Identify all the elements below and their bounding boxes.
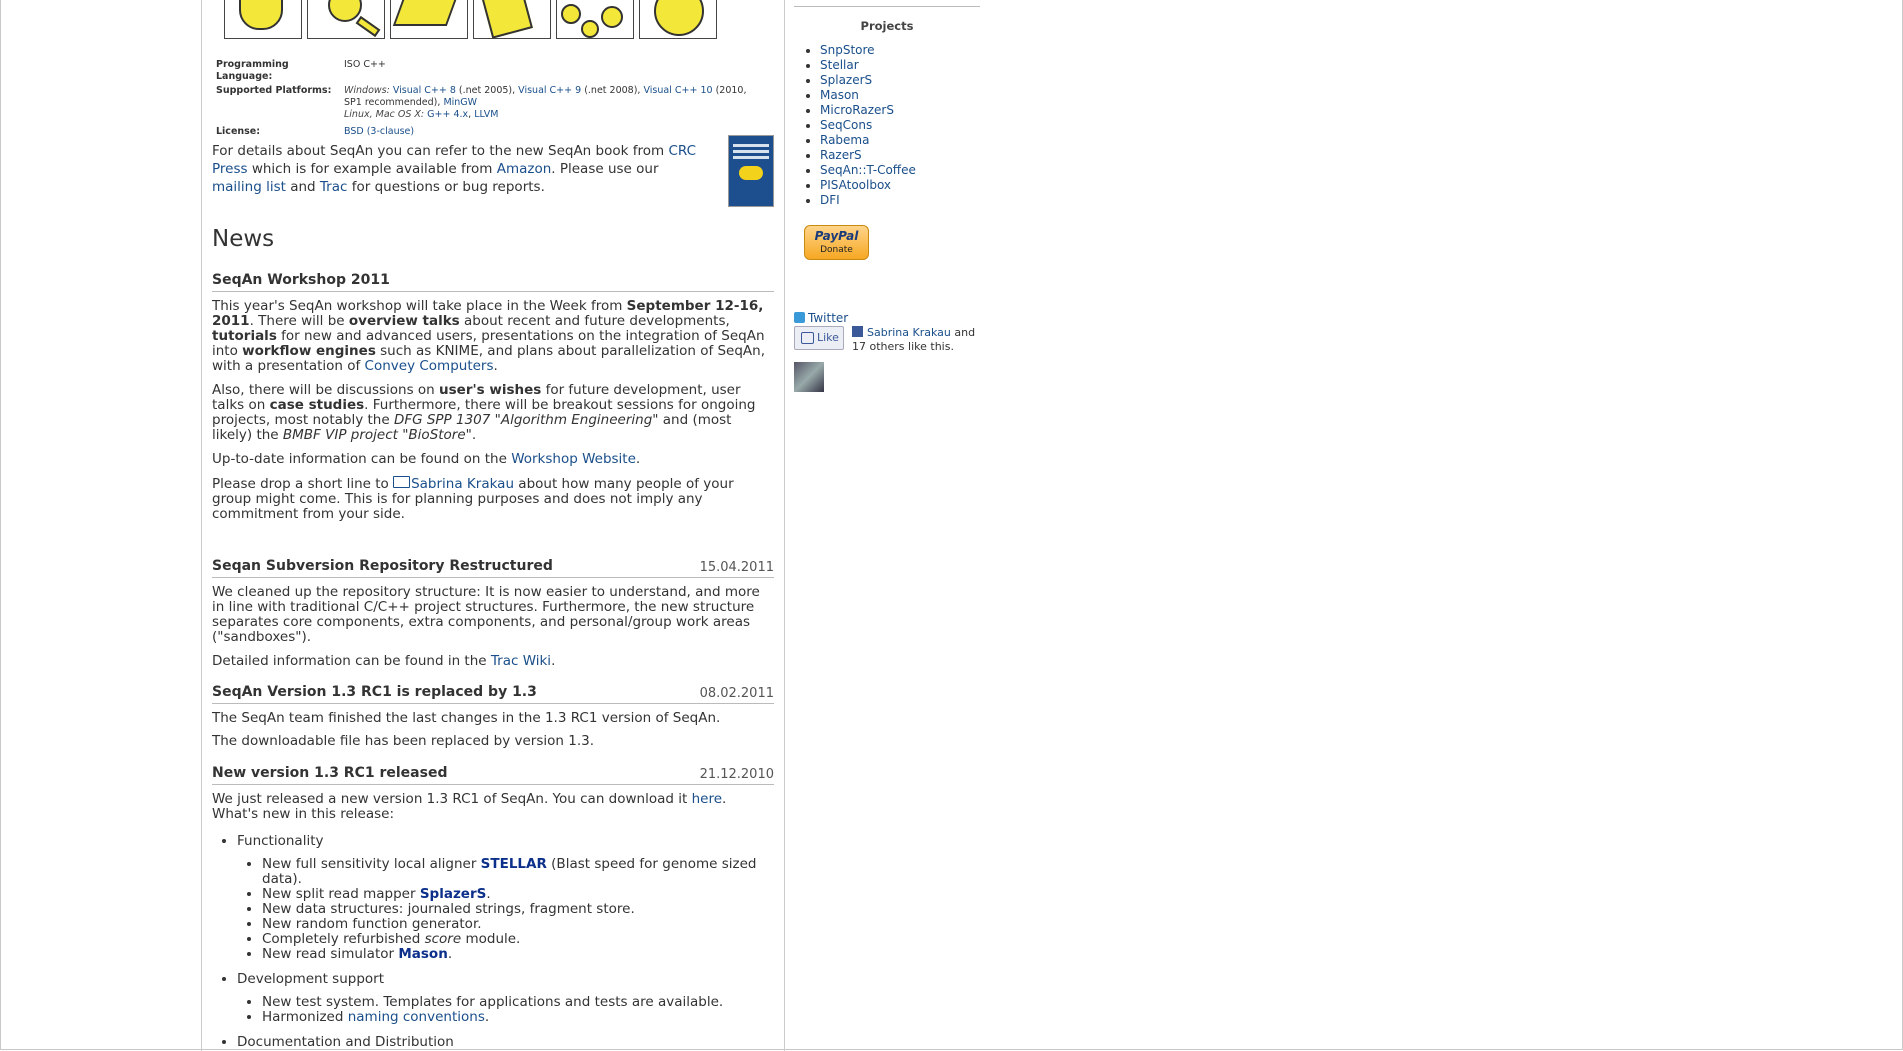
project-item[interactable]: RazerS [820, 148, 916, 163]
twitter-link[interactable]: Twitter [794, 311, 848, 325]
list-item: New data structures: journaled strings, … [262, 902, 774, 917]
workshop-paragraph-1: This year's SeqAn workshop will take pla… [212, 298, 766, 374]
news-date: 08.02.2011 [699, 686, 774, 701]
vc9-note: (.net 2008), [584, 85, 641, 96]
list-item: New read simulator Mason. [262, 947, 774, 962]
gcc-link[interactable]: G++ 4.x [427, 109, 468, 120]
fb-user-link[interactable]: Sabrina Krakau [867, 326, 951, 339]
book-icon[interactable] [224, 0, 302, 39]
list-item: Completely refurbished score module. [262, 932, 774, 947]
mason-link[interactable]: Mason [398, 946, 447, 962]
trac-wiki-link[interactable]: Trac Wiki [491, 653, 551, 669]
main-column: Programming Language: ISO C++ Supported … [201, 0, 785, 1051]
project-item[interactable]: SplazerS [820, 73, 916, 88]
facebook-like-button[interactable]: Like [794, 326, 844, 350]
list-item: Harmonized naming conventions. [262, 1010, 774, 1025]
svn-paragraph-1: We cleaned up the repository structure: … [212, 584, 760, 645]
amazon-link[interactable]: Amazon [497, 161, 552, 177]
news-item-title: Seqan Subversion Repository Restructured… [212, 558, 774, 578]
contact-link[interactable]: Sabrina Krakau [411, 476, 514, 492]
workshop-paragraph-2: Also, there will be discussions on user'… [212, 382, 756, 443]
license-label: License: [216, 126, 261, 137]
platforms-label: Supported Platforms: [216, 85, 332, 96]
language-value: ISO C++ [344, 59, 386, 70]
news-heading: News [212, 226, 275, 252]
book-details-paragraph: For details about SeqAn you can refer to… [212, 143, 696, 195]
platforms-value: Windows: Visual C++ 8 (.net 2005), Visua… [344, 85, 747, 120]
convey-link[interactable]: Convey Computers [365, 358, 494, 374]
trac-link[interactable]: Trac [320, 179, 348, 195]
windows-label: Windows: [344, 85, 390, 96]
workshop-paragraph-4: Please drop a short line to Sabrina Krak… [212, 476, 734, 522]
facebook-icon [852, 326, 863, 337]
project-item[interactable]: Stellar [820, 58, 916, 73]
vc10-link[interactable]: Visual C++ 10 [643, 85, 712, 96]
splazers-link[interactable]: SplazerS [420, 886, 487, 902]
book-cover-image[interactable] [728, 135, 774, 207]
workshop-website-link[interactable]: Workshop Website [511, 451, 636, 467]
paypal-donate-button[interactable]: PayPal Donate [804, 225, 869, 260]
donate-label: Donate [820, 245, 853, 255]
news-item-title: SeqAn Version 1.3 RC1 is replaced by 1.3… [212, 684, 774, 704]
projects-list: SnpStore Stellar SplazerS Mason MicroRaz… [794, 43, 916, 208]
list-item: Development support New test system. Tem… [237, 972, 774, 1025]
svn-paragraph-2: Detailed information can be found in the… [212, 653, 556, 669]
avatar[interactable] [794, 362, 824, 392]
download-link[interactable]: here [692, 791, 722, 807]
stellar-link[interactable]: STELLAR [481, 856, 547, 872]
naming-conventions-link[interactable]: naming conventions [348, 1009, 485, 1025]
news-item-title: New version 1.3 RC1 released 21.12.2010 [212, 765, 774, 785]
project-item[interactable]: SeqCons [820, 118, 916, 133]
facebook-like-text: Sabrina Krakau and 17 others like this. [852, 326, 976, 353]
ruler-icon[interactable] [390, 0, 468, 39]
llvm-link[interactable]: LLVM [474, 109, 498, 120]
project-item[interactable]: MicroRazerS [820, 103, 916, 118]
project-item[interactable]: Rabema [820, 133, 916, 148]
network-icon[interactable] [556, 0, 634, 39]
project-info-table: Programming Language: ISO C++ Supported … [212, 58, 754, 139]
release-notes-list: Functionality New full sensitivity local… [212, 834, 774, 1050]
thumbs-up-icon [801, 332, 814, 344]
news-date: 15.04.2011 [699, 560, 774, 575]
email-icon [393, 476, 411, 488]
project-item[interactable]: SeqAn::T-Coffee [820, 163, 916, 178]
list-item: New split read mapper SplazerS. [262, 887, 774, 902]
list-item: New full sensitivity local aligner STELL… [262, 857, 774, 887]
unix-label: Linux, Mac OS X: [344, 109, 425, 120]
circle-icon[interactable] [639, 0, 717, 39]
list-item: New test system. Templates for applicati… [262, 995, 774, 1010]
project-item[interactable]: DFI [820, 193, 916, 208]
rc1-paragraph: We just released a new version 1.3 RC1 o… [212, 791, 727, 822]
vc9-link[interactable]: Visual C++ 9 [518, 85, 581, 96]
magnifier-icon[interactable] [307, 0, 385, 39]
project-item[interactable]: Mason [820, 88, 916, 103]
news-item-title: SeqAn Workshop 2011 [212, 272, 774, 292]
paypal-label: PayPal [814, 229, 859, 243]
mailing-list-link[interactable]: mailing list [212, 179, 286, 195]
vc8-note: (.net 2005), [458, 85, 516, 96]
twitter-icon [794, 312, 805, 323]
workshop-paragraph-3: Up-to-date information can be found on t… [212, 451, 641, 467]
language-label: Programming Language: [216, 59, 289, 82]
project-item[interactable]: PISAtoolbox [820, 178, 916, 193]
mingw-link[interactable]: MinGW [443, 97, 477, 108]
v13-paragraph-2: The downloadable file has been replaced … [212, 733, 594, 749]
license-link[interactable]: BSD (3-clause) [344, 126, 414, 137]
vc8-link[interactable]: Visual C++ 8 [393, 85, 456, 96]
project-item[interactable]: SnpStore [820, 43, 916, 58]
list-item: New random function generator. [262, 917, 774, 932]
list-item: Documentation and Distribution [237, 1035, 774, 1050]
sidebar-divider [794, 6, 980, 7]
projects-title: Projects [860, 19, 914, 33]
news-date: 21.12.2010 [699, 767, 774, 782]
list-item: Functionality New full sensitivity local… [237, 834, 774, 962]
box-icon[interactable] [473, 0, 551, 39]
v13-paragraph-1: The SeqAn team finished the last changes… [212, 710, 721, 726]
